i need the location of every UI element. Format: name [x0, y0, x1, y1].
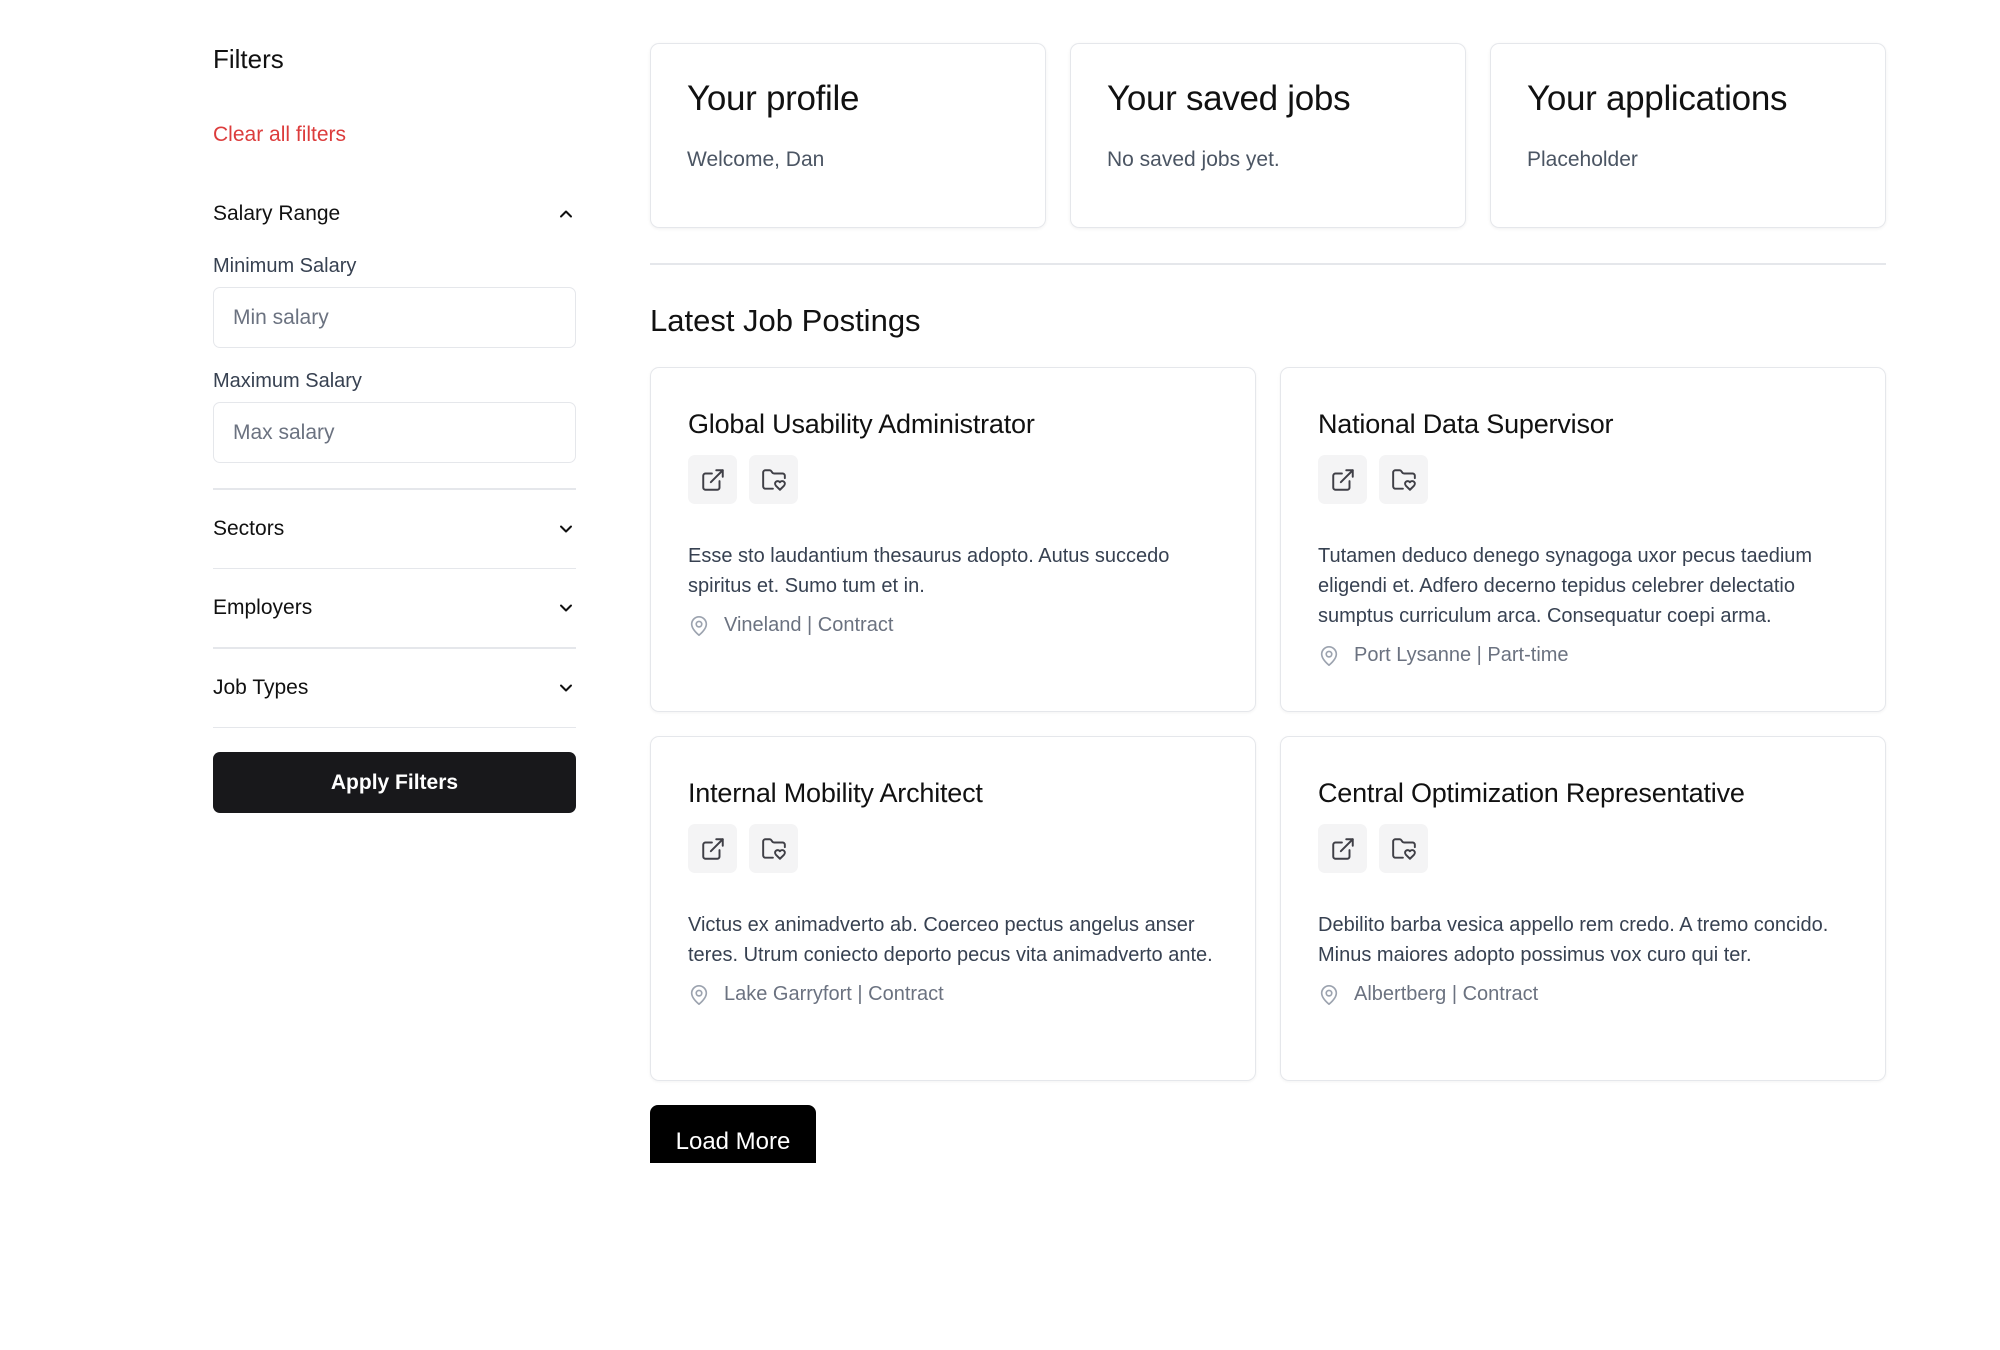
- job-actions: [688, 824, 1218, 874]
- clear-all-filters-link[interactable]: Clear all filters: [213, 123, 346, 147]
- summary-cards: Your profile Welcome, Dan Your saved job…: [650, 43, 1886, 228]
- card-text: No saved jobs yet.: [1107, 148, 1280, 171]
- max-salary-input[interactable]: [213, 402, 576, 464]
- job-location-text: Lake Garryfort | Contract: [724, 983, 944, 1006]
- employers-accordion[interactable]: Employers: [213, 569, 576, 647]
- external-link-icon: [701, 838, 724, 860]
- job-description: Tutamen deduco denego synagoga uxor pecu…: [1318, 545, 1813, 628]
- job-location-text: Vineland | Contract: [724, 614, 894, 637]
- section-divider: [650, 263, 1886, 265]
- apply-filters-button[interactable]: Apply Filters: [213, 752, 576, 814]
- job-types-accordion[interactable]: Job Types: [213, 649, 576, 727]
- job-description: Victus ex animadverto ab. Coerceo pectus…: [688, 914, 1213, 967]
- employers-label: Employers: [213, 596, 313, 620]
- job-card: National Data Supervisor Tutamen deduco …: [1280, 367, 1886, 712]
- job-board-page: Filters Clear all filters Salary Range M…: [0, 0, 2000, 1350]
- chevron-down-icon: [560, 525, 572, 533]
- map-pin-icon: [1320, 984, 1338, 1005]
- folder-heart-icon: [761, 469, 786, 491]
- job-location: Port Lysanne | Part-time: [1318, 644, 1848, 667]
- latest-job-postings-title: Latest Job Postings: [650, 303, 921, 338]
- job-description: Debilito barba vesica appello rem credo.…: [1318, 914, 1829, 967]
- job-location: Vineland | Contract: [688, 614, 1218, 637]
- job-location: Lake Garryfort | Contract: [688, 983, 1218, 1006]
- min-salary-label: Minimum Salary: [213, 255, 357, 278]
- map-pin-icon: [690, 984, 708, 1005]
- folder-heart-icon: [1391, 838, 1416, 860]
- filters-sidebar: Filters Clear all filters Salary Range M…: [213, 44, 576, 814]
- applications-card[interactable]: Your applications Placeholder: [1490, 43, 1886, 228]
- save-job-button[interactable]: [1379, 824, 1428, 874]
- card-title: Your applications: [1527, 79, 1788, 118]
- card-text: Placeholder: [1527, 148, 1638, 171]
- max-salary-label: Maximum Salary: [213, 370, 362, 393]
- job-location-text: Port Lysanne | Part-time: [1354, 644, 1569, 667]
- save-job-button[interactable]: [1379, 455, 1428, 505]
- map-pin-icon: [690, 615, 708, 636]
- job-card: Global Usability Administrator Esse sto …: [650, 367, 1256, 712]
- salary-range-label: Salary Range: [213, 202, 341, 226]
- filters-title: Filters: [213, 44, 284, 74]
- job-location-text: Albertberg | Contract: [1354, 983, 1539, 1006]
- chevron-down-icon: [560, 684, 572, 692]
- save-job-button[interactable]: [749, 455, 798, 505]
- job-title[interactable]: Central Optimization Representative: [1318, 777, 1848, 809]
- load-more-button[interactable]: Load More: [650, 1105, 816, 1163]
- folder-heart-icon: [1391, 469, 1416, 491]
- job-title[interactable]: National Data Supervisor: [1318, 408, 1848, 440]
- save-job-button[interactable]: [749, 824, 798, 874]
- sectors-accordion[interactable]: Sectors: [213, 490, 576, 568]
- salary-range-toggle[interactable]: Salary Range: [213, 200, 576, 228]
- job-actions: [688, 455, 1218, 505]
- job-card: Internal Mobility Architect Victus ex an…: [650, 736, 1256, 1081]
- external-link-icon: [1331, 838, 1354, 860]
- job-card: Central Optimization Representative Debi…: [1280, 736, 1886, 1081]
- divider: [213, 726, 576, 729]
- profile-card[interactable]: Your profile Welcome, Dan: [650, 43, 1046, 228]
- folder-heart-icon: [761, 838, 786, 860]
- job-actions: [1318, 455, 1848, 505]
- card-text: Welcome, Dan: [687, 148, 825, 171]
- saved-jobs-card[interactable]: Your saved jobs No saved jobs yet.: [1070, 43, 1466, 228]
- external-link-icon: [701, 469, 724, 491]
- job-description: Esse sto laudantium thesaurus adopto. Au…: [688, 545, 1170, 598]
- job-title[interactable]: Global Usability Administrator: [688, 408, 1218, 440]
- map-pin-icon: [1320, 645, 1338, 666]
- job-location: Albertberg | Contract: [1318, 983, 1848, 1006]
- min-salary-input[interactable]: [213, 287, 576, 349]
- open-job-button[interactable]: [688, 824, 737, 874]
- card-title: Your profile: [687, 79, 860, 118]
- chevron-up-icon: [560, 210, 572, 218]
- chevron-down-icon: [560, 604, 572, 612]
- job-actions: [1318, 824, 1848, 874]
- sectors-label: Sectors: [213, 516, 285, 540]
- external-link-icon: [1331, 469, 1354, 491]
- open-job-button[interactable]: [1318, 824, 1367, 874]
- job-types-label: Job Types: [213, 675, 309, 699]
- card-title: Your saved jobs: [1107, 79, 1351, 118]
- open-job-button[interactable]: [688, 455, 737, 505]
- job-list: Global Usability Administrator Esse sto …: [650, 367, 1886, 1081]
- job-title[interactable]: Internal Mobility Architect: [688, 777, 1218, 809]
- open-job-button[interactable]: [1318, 455, 1367, 505]
